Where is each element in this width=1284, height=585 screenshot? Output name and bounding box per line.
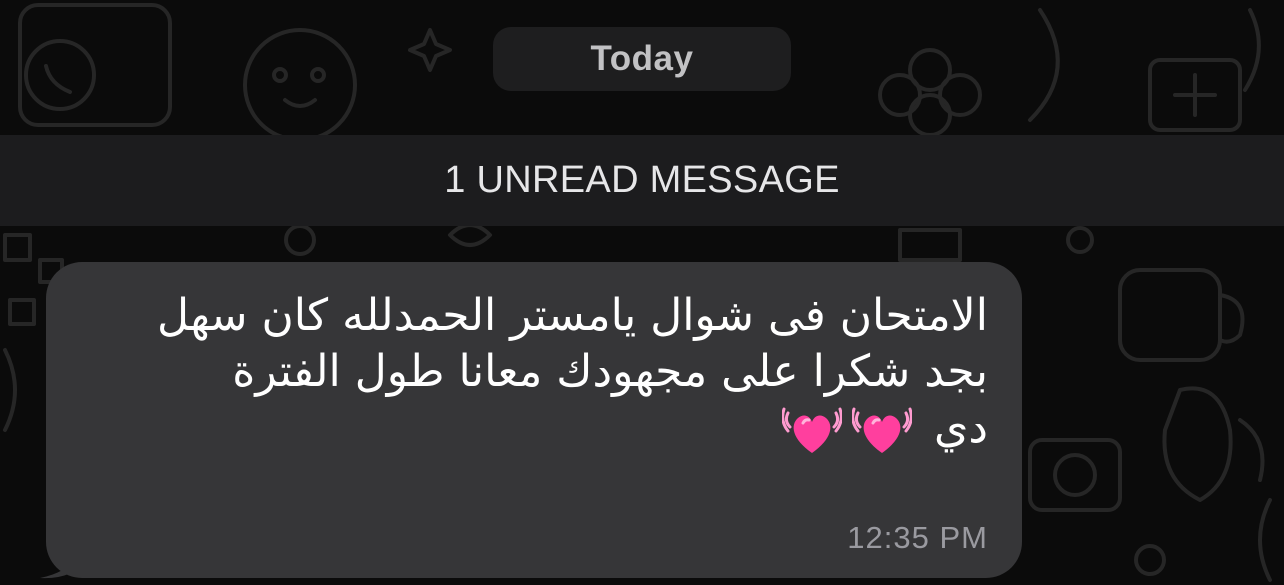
heart-with-ribbons-icon	[851, 407, 912, 453]
date-separator: Today	[493, 27, 791, 91]
message-timestamp: 12:35 PM	[847, 520, 988, 555]
message-line: دي	[933, 402, 988, 453]
heart-with-ribbons-icon	[781, 407, 842, 453]
message-last-line: دي	[68, 400, 988, 459]
emoji-group	[772, 401, 912, 459]
unread-messages-banner: 1 UNREAD MESSAGE	[0, 135, 1284, 226]
message-line: بجد شكرا على مجهودك معانا طول الفترة	[232, 346, 988, 397]
date-label: Today	[590, 39, 694, 78]
message-text: الامتحان فى شوال يامستر الحمدلله كان سهل…	[68, 288, 988, 459]
incoming-message-bubble[interactable]: الامتحان فى شوال يامستر الحمدلله كان سهل…	[46, 262, 1022, 578]
unread-label: 1 UNREAD MESSAGE	[444, 159, 840, 201]
message-line: الامتحان فى شوال يامستر الحمدلله كان سهل	[157, 290, 988, 341]
